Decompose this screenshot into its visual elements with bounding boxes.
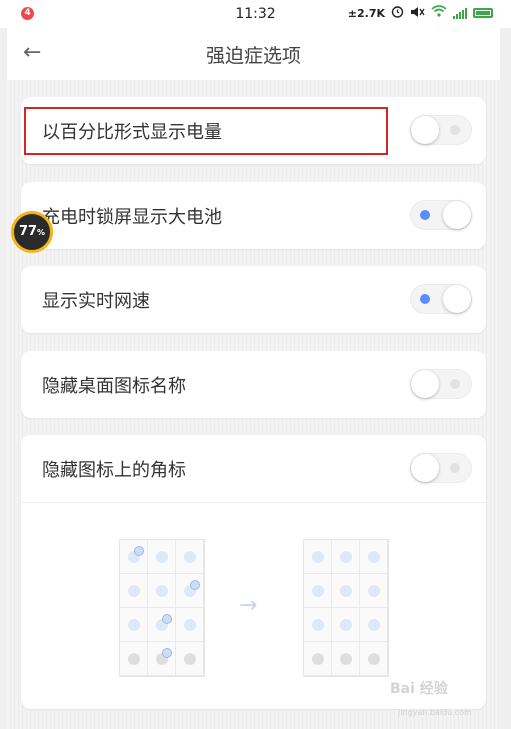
status-bar: 4 11:32 ±2.7K — [0, 0, 511, 28]
app-icon — [312, 585, 324, 597]
app-icon — [156, 551, 168, 563]
setting-label: 显示实时网速 — [42, 291, 150, 312]
app-icon — [312, 619, 324, 631]
app-icon — [184, 551, 196, 563]
dock-app-icon — [184, 653, 196, 665]
badge-value: 77 — [18, 224, 38, 239]
setting-row[interactable]: 隐藏桌面图标名称 — [21, 351, 486, 418]
setting-row[interactable]: 显示实时网速 — [21, 266, 486, 333]
app-icon — [340, 619, 352, 631]
floating-battery-badge[interactable]: 77% — [11, 211, 53, 253]
app-icon — [184, 619, 196, 631]
badge-unit: % — [37, 228, 46, 237]
toggle-switch-off[interactable] — [410, 115, 472, 145]
battery-icon — [473, 8, 493, 18]
toggle-knob — [411, 370, 439, 398]
dock-app-icon — [340, 653, 352, 665]
toggle-knob — [411, 116, 439, 144]
mute-icon — [410, 6, 425, 21]
setting-card-network-speed: 显示实时网速 — [21, 266, 486, 333]
setting-label: 以百分比形式显示电量 — [42, 122, 222, 143]
dock-app-icon — [368, 653, 380, 665]
setting-label: 充电时锁屏显示大电池 — [42, 207, 222, 228]
toggle-knob — [443, 201, 471, 229]
network-speed: ±2.7K — [347, 6, 385, 20]
toggle-switch-off[interactable] — [410, 453, 472, 483]
toggle-dot — [420, 210, 430, 220]
setting-row[interactable]: 以百分比形式显示电量 — [21, 97, 486, 164]
signal-icon — [453, 7, 467, 19]
badge-dot — [134, 546, 144, 556]
toggle-dot — [450, 463, 460, 473]
phone-after-illustration — [303, 539, 389, 677]
app-header: ← 强迫症选项 — [7, 28, 500, 80]
app-icon — [128, 619, 140, 631]
app-icon — [128, 585, 140, 597]
dock-app-icon — [312, 653, 324, 665]
toggle-switch-on[interactable] — [410, 284, 472, 314]
toggle-dot — [450, 379, 460, 389]
setting-card-percent-battery: 以百分比形式显示电量 — [21, 97, 486, 164]
toggle-dot — [450, 125, 460, 135]
toggle-knob — [443, 285, 471, 313]
toggle-dot — [420, 294, 430, 304]
phone-before-illustration — [119, 539, 205, 677]
app-icon — [340, 551, 352, 563]
badge-dot — [190, 580, 200, 590]
dock-app-icon — [128, 653, 140, 665]
app-icon — [340, 585, 352, 597]
alarm-icon — [391, 5, 404, 21]
app-icon — [312, 551, 324, 563]
setting-card-charging-battery: 充电时锁屏显示大电池 — [21, 182, 486, 249]
watermark: Bai 经验 — [390, 681, 448, 697]
arrow-right-icon: → — [239, 593, 258, 618]
page-title: 强迫症选项 — [205, 45, 301, 67]
watermark-url: jingyan.baidu.com — [398, 708, 472, 717]
app-icon — [156, 585, 168, 597]
setting-label: 隐藏桌面图标名称 — [42, 376, 186, 397]
setting-row[interactable]: 充电时锁屏显示大电池 — [21, 182, 486, 249]
setting-card-hide-badges: 隐藏图标上的角标 → — [21, 435, 486, 709]
setting-label: 隐藏图标上的角标 — [42, 460, 186, 481]
toggle-switch-on[interactable] — [410, 200, 472, 230]
badge-dot — [162, 648, 172, 658]
app-icon — [368, 551, 380, 563]
app-icon — [368, 585, 380, 597]
setting-card-hide-icon-names: 隐藏桌面图标名称 — [21, 351, 486, 418]
app-icon — [368, 619, 380, 631]
setting-row[interactable]: 隐藏图标上的角标 — [21, 435, 486, 502]
toggle-switch-off[interactable] — [410, 369, 472, 399]
toggle-knob — [411, 454, 439, 482]
wifi-icon — [431, 5, 447, 21]
badge-dot — [162, 614, 172, 624]
status-icons: ±2.7K — [348, 5, 493, 21]
